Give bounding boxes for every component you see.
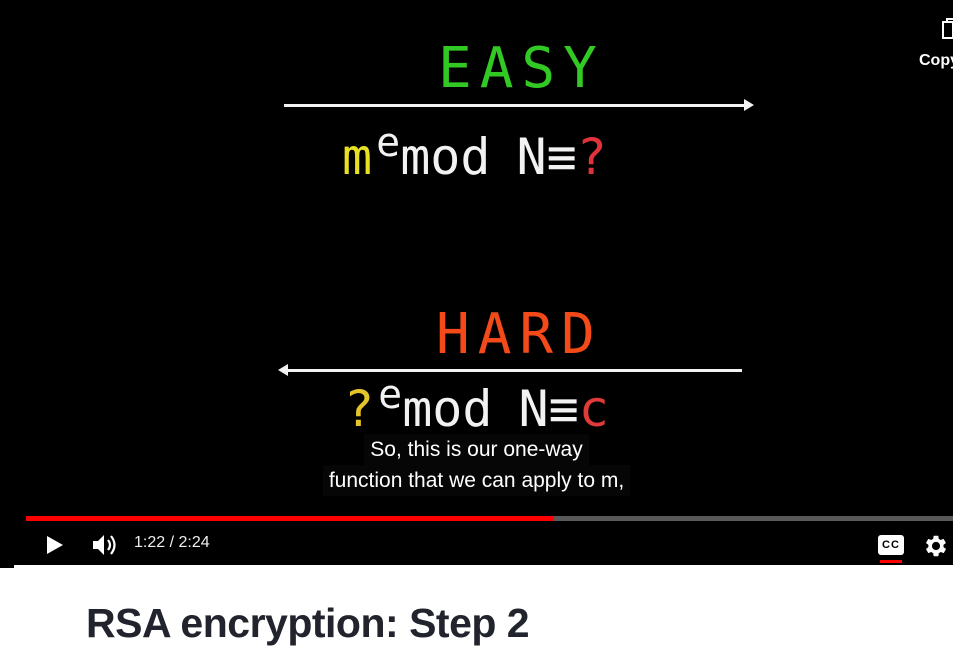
hard-label: HARD (436, 302, 603, 367)
settings-button[interactable] (922, 532, 952, 560)
play-button[interactable] (40, 532, 68, 558)
play-icon (47, 536, 63, 554)
volume-icon (93, 535, 116, 555)
video-player[interactable]: EASY m emod N≡? HARD ? emod N≡c So, this is … (0, 0, 953, 565)
page-title: RSA encryption: Step 2 (86, 600, 530, 646)
eq2-mod: mod (402, 380, 493, 438)
left-arrow (278, 364, 742, 376)
eq2-relation: ≡ (548, 380, 579, 438)
captions: So, this is our one-way function that we… (0, 434, 953, 496)
captions-button[interactable]: CC (876, 532, 906, 564)
closed-captions-icon: CC (878, 535, 904, 555)
eq2-modulus: N (518, 380, 549, 438)
caption-line-1: So, this is our one-way (364, 434, 589, 465)
eq2-result: c (578, 380, 609, 438)
copy-button[interactable]: Copy (916, 18, 953, 74)
eq2-exponent: e (378, 372, 403, 418)
progress-played (26, 516, 554, 521)
gear-icon (925, 535, 947, 557)
time-display: 1:22 / 2:24 (134, 534, 210, 551)
eq1-base: m (342, 128, 373, 186)
eq1-result: ? (576, 128, 607, 186)
video-frame: EASY m emod N≡? HARD ? emod N≡c So, this is … (0, 0, 953, 520)
copy-icon (942, 18, 953, 39)
right-arrow (284, 99, 754, 111)
player-controls: 1:22 / 2:24 CC (0, 526, 953, 565)
copy-label: Copy (919, 52, 953, 69)
easy-label: EASY (438, 36, 605, 101)
eq1-mod: mod (400, 128, 491, 186)
caption-line-2: function that we can apply to m, (322, 465, 631, 496)
reverse-equation: ? emod N≡c (344, 372, 609, 438)
eq1-exponent: e (376, 120, 401, 166)
progress-bar[interactable] (26, 516, 953, 521)
edge-mark (0, 565, 14, 568)
captions-active-indicator (880, 560, 902, 563)
forward-equation: m emod N≡? (342, 120, 607, 186)
eq1-modulus: N (516, 128, 547, 186)
volume-button[interactable] (90, 532, 120, 558)
eq1-relation: ≡ (546, 128, 577, 186)
eq2-base: ? (344, 380, 375, 438)
